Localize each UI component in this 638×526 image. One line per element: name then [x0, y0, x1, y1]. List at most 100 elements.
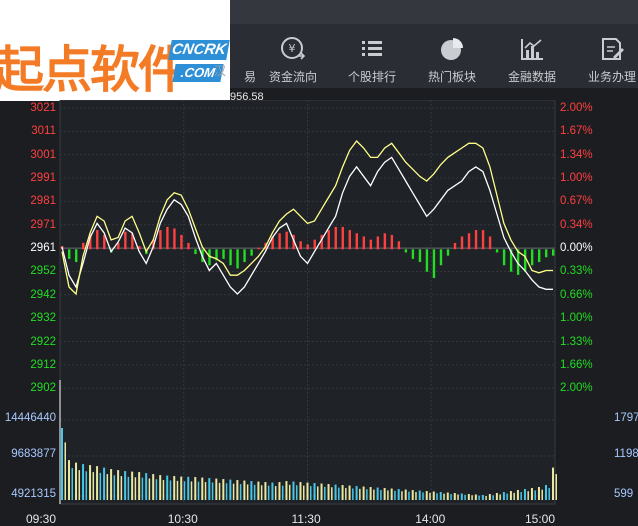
toolbar-financial-data[interactable]: 金融数据 — [494, 32, 570, 88]
volume-bar — [422, 492, 424, 500]
volume-bar — [544, 485, 547, 500]
volume-bar — [471, 495, 473, 500]
volume-bar — [250, 481, 253, 500]
percent-tick-label: 1.67% — [560, 125, 593, 138]
volume-bar — [457, 494, 459, 500]
volume-bar — [232, 483, 235, 500]
volume-bar — [110, 469, 113, 500]
volume-bar — [131, 471, 134, 500]
intraday-chart[interactable]: 3021 3011 3001 2991 2981 2971 2961 2952 2942 2932… — [0, 100, 638, 526]
percent-tick-label: 1.00% — [560, 312, 593, 325]
volume-bar — [516, 490, 519, 500]
volume-bar — [180, 476, 183, 500]
volume-bar — [138, 472, 141, 500]
volume-bar — [331, 487, 333, 500]
percent-tick-label: 1.00% — [560, 172, 593, 185]
strength-bar — [124, 231, 127, 250]
volume-bar — [362, 486, 365, 500]
price-tick-label: 2922 — [30, 335, 56, 348]
volume-bar — [502, 492, 505, 500]
price-tick-label: 2912 — [30, 358, 56, 371]
volume-bar — [552, 467, 554, 500]
volume-bar — [208, 478, 211, 500]
toolbar-money-flow[interactable]: ¥ 资金流向 — [255, 32, 331, 88]
volume-bar — [215, 478, 218, 500]
strength-bar — [453, 242, 457, 250]
strength-bar — [544, 249, 548, 258]
strength-bar — [187, 242, 190, 250]
volume-bar — [334, 484, 337, 500]
strength-bar — [439, 249, 443, 266]
volume-bar — [359, 488, 361, 500]
volume-bar — [302, 485, 305, 500]
volume-bar — [345, 488, 347, 500]
volume-bar — [183, 481, 186, 500]
volume-bar — [274, 486, 277, 500]
strength-bar — [502, 249, 506, 266]
volume-right-tick-label: 599 — [614, 488, 634, 500]
volume-bar — [285, 481, 288, 500]
percent-tick-label: 1.34% — [560, 148, 593, 161]
volume-bar — [281, 485, 284, 500]
volume-bar — [187, 476, 190, 500]
strength-bar — [180, 234, 183, 250]
strength-bar — [488, 236, 492, 250]
market-overview-app: 易 ¥ 资金流向 个股排行 热门板块 金融数据 业务办理 起点软件 CNCRK … — [0, 0, 638, 526]
volume-bar — [99, 472, 102, 500]
volume-bar — [313, 483, 316, 500]
volume-bar — [509, 491, 512, 500]
price-tick-label: 2932 — [30, 312, 56, 325]
strength-bar — [495, 249, 499, 253]
money-flow-icon: ¥ — [281, 37, 306, 60]
strength-bar — [460, 236, 464, 250]
volume-bar — [169, 480, 172, 500]
volume-bar — [348, 485, 351, 500]
toolbar-hot-sectors[interactable]: 热门板块 — [414, 32, 490, 88]
volume-bar — [415, 492, 417, 500]
volume-bar — [85, 471, 88, 500]
strength-bar — [404, 249, 408, 253]
volume-bar — [366, 489, 368, 500]
volume-bar — [197, 481, 200, 500]
volume-bar — [327, 484, 330, 500]
strength-bar — [250, 249, 253, 256]
toolbar-business[interactable]: 业务办理 — [574, 32, 638, 88]
volume-bar — [61, 428, 63, 500]
volume-bar — [478, 495, 480, 500]
strength-bar — [432, 249, 436, 279]
volume-bar — [341, 485, 344, 500]
volume-bar — [453, 493, 456, 500]
volume-bar — [534, 490, 536, 500]
percent-tick-label: 0.67% — [560, 195, 593, 208]
volume-bar — [75, 462, 78, 500]
percent-tick-label: 1.33% — [560, 335, 593, 348]
strength-bar — [446, 249, 450, 256]
volume-bar — [295, 485, 298, 500]
strength-bar — [537, 249, 541, 263]
strength-bar — [390, 234, 394, 250]
volume-right-tick-label: 1198 — [614, 448, 638, 460]
strength-bar — [355, 233, 358, 250]
volume-bar — [310, 486, 312, 500]
percent-tick-label: 2.00% — [560, 102, 593, 114]
volume-bar — [117, 470, 120, 500]
strength-bar — [243, 249, 246, 263]
strength-bar — [474, 230, 478, 250]
strength-bar — [194, 249, 197, 255]
volume-bar — [481, 495, 484, 500]
percent-tick-label: 0.00% — [560, 242, 593, 255]
volume-bar — [89, 465, 92, 500]
volume-bar — [71, 468, 74, 500]
strength-bar — [257, 247, 260, 250]
volume-bar — [155, 479, 158, 500]
strength-bar — [229, 249, 232, 266]
volume-bar — [246, 484, 249, 500]
watermark-text: 起点软件 — [0, 41, 188, 99]
volume-bar — [425, 491, 428, 500]
volume-tick-label: 14446440 — [4, 412, 56, 424]
volume-bar — [446, 492, 449, 500]
volume-bar — [194, 477, 197, 500]
price-tick-label: 3011 — [31, 125, 56, 138]
toolbar-stock-rank[interactable]: 个股排行 — [334, 32, 410, 88]
document-edit-icon — [602, 38, 624, 60]
